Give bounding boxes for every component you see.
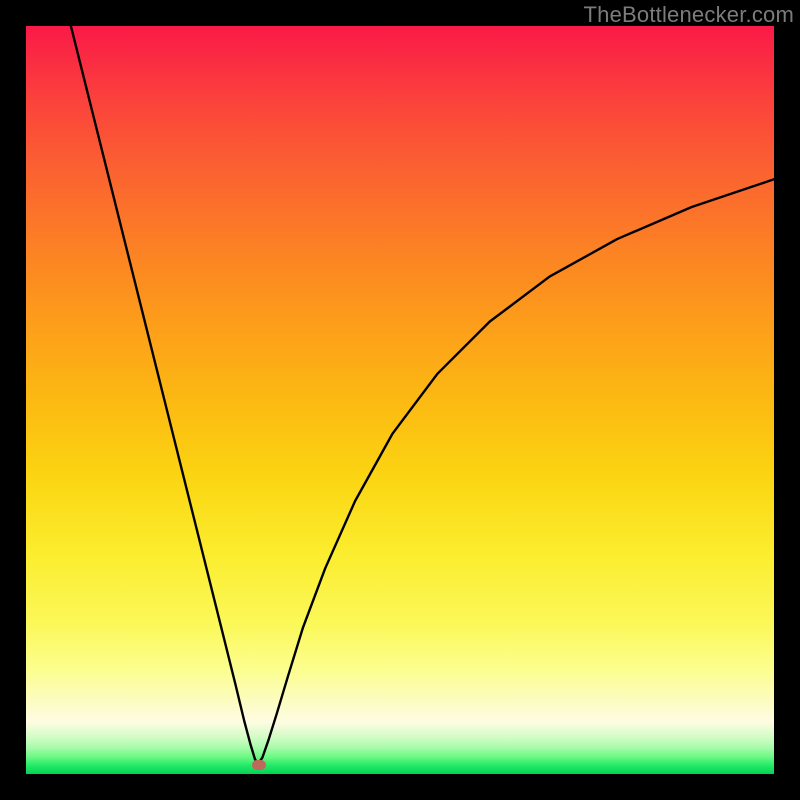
bottleneck-curve [26, 26, 774, 774]
watermark-text: TheBottlenecker.com [584, 2, 794, 28]
min-point-marker [252, 760, 266, 770]
curve-path [71, 26, 774, 764]
chart-frame: TheBottlenecker.com [0, 0, 800, 800]
